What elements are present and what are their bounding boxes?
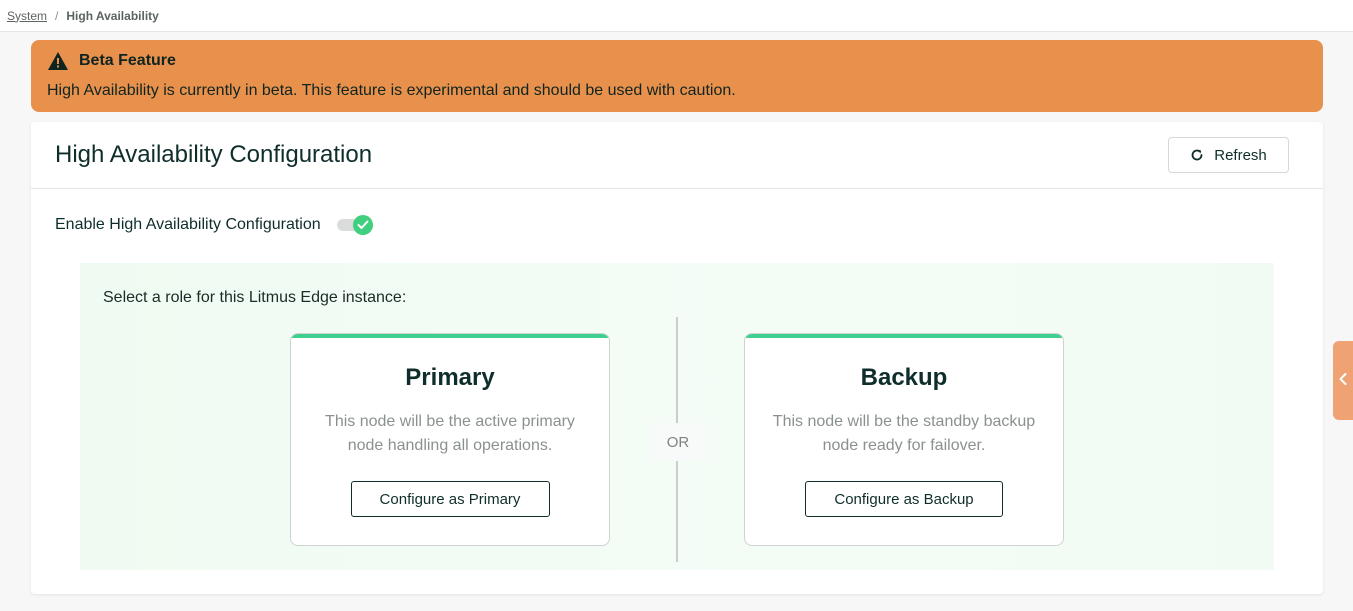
or-label: OR — [650, 423, 706, 461]
card-header: High Availability Configuration Refresh — [31, 122, 1323, 189]
chevron-left-icon — [1339, 372, 1347, 390]
refresh-button[interactable]: Refresh — [1168, 137, 1289, 173]
ha-config-card: High Availability Configuration Refresh … — [31, 122, 1323, 594]
configure-primary-button[interactable]: Configure as Primary — [350, 481, 550, 517]
breadcrumb: System / High Availability — [0, 0, 1353, 32]
beta-feature-banner: Beta Feature High Availability is curren… — [31, 40, 1323, 112]
backup-role-card: Backup This node will be the standby bac… — [744, 333, 1064, 546]
page-title: High Availability Configuration — [55, 141, 373, 168]
breadcrumb-system-link[interactable]: System — [7, 9, 47, 23]
role-prompt: Select a role for this Litmus Edge insta… — [103, 289, 407, 306]
role-selection-area: Select a role for this Litmus Edge insta… — [80, 263, 1274, 570]
primary-role-description: This node will be the active primary nod… — [325, 413, 575, 454]
warning-icon — [47, 51, 69, 71]
ha-toggle-label: Enable High Availability Configuration — [55, 216, 321, 233]
breadcrumb-separator: / — [55, 8, 59, 23]
ha-toggle-row: Enable High Availability Configuration — [55, 214, 373, 236]
backup-role-description: This node will be the standby backup nod… — [772, 413, 1036, 454]
side-panel-toggle[interactable] — [1333, 341, 1353, 420]
refresh-label: Refresh — [1214, 146, 1267, 164]
primary-role-card: Primary This node will be the active pri… — [290, 333, 610, 546]
beta-message: High Availability is currently in beta. … — [47, 82, 736, 99]
backup-role-title: Backup — [860, 364, 948, 391]
check-icon — [352, 215, 373, 235]
primary-role-title: Primary — [405, 364, 495, 391]
configure-backup-button[interactable]: Configure as Backup — [805, 481, 1003, 517]
refresh-icon — [1190, 148, 1204, 162]
ha-enable-toggle[interactable] — [336, 214, 373, 236]
beta-title: Beta Feature — [79, 52, 176, 69]
breadcrumb-current: High Availability — [66, 8, 159, 23]
